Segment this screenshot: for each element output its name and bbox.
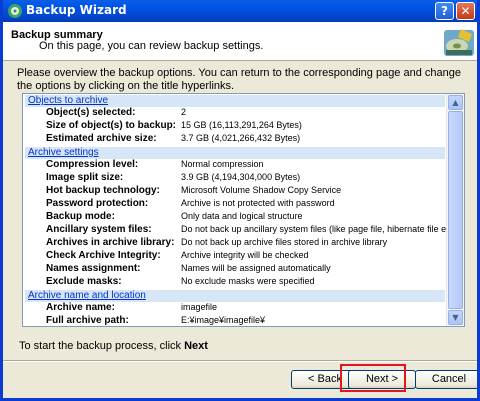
summary-value: Normal compression [181, 159, 264, 169]
section-header: Objects to archive [25, 95, 445, 107]
summary-row: Hot backup technology: Microsoft Volume S… [23, 185, 447, 198]
summary-row: Exclude masks: No exclude masks were spec… [23, 276, 447, 289]
summary-value: E:¥image¥imagefile¥ [181, 315, 266, 325]
section-link[interactable]: Archive name and location [28, 290, 146, 301]
vertical-scrollbar[interactable]: ▲ ▼ [446, 94, 464, 326]
summary-row: Names assignment: Names will be assigned … [23, 263, 447, 276]
footer-next-word: Next [184, 340, 208, 352]
backup-disk-icon [444, 29, 474, 56]
summary-key: Exclude masks: [46, 276, 122, 287]
scroll-up-button[interactable]: ▲ [448, 95, 463, 110]
summary-list-content: Objects to archive Object(s) selected: 2 Si… [23, 94, 459, 326]
summary-value: Only data and logical structure [181, 211, 303, 221]
summary-row: Object(s) selected: 2 [23, 107, 447, 120]
cancel-button[interactable]: Cancel [415, 370, 477, 389]
summary-key: Password protection: [46, 198, 149, 209]
summary-value: Do not back up archive files stored in a… [181, 237, 388, 247]
summary-row: Check Archive Integrity: Archive integrit… [23, 250, 447, 263]
summary-key: Hot backup technology: [46, 185, 160, 196]
summary-row: Password protection: Archive is not prote… [23, 198, 447, 211]
summary-row: Estimated archive size: 3.7 GB (4,021,266… [23, 133, 447, 146]
help-button[interactable]: ? [435, 2, 454, 20]
chevron-down-icon: ▼ [452, 313, 459, 322]
summary-row: Compression level: Normal compression [23, 159, 447, 172]
section-link[interactable]: Objects to archive [28, 95, 108, 106]
page-subtitle: On this page, you can review backup sett… [39, 40, 264, 52]
section-header: Archive name and location [25, 290, 445, 302]
wizard-header: Backup summary On this page, you can rev… [3, 22, 477, 61]
summary-key: Backup mode: [46, 211, 115, 222]
scroll-thumb[interactable] [448, 111, 463, 309]
summary-key: Full archive path: [46, 315, 129, 326]
summary-key: Names assignment: [46, 263, 141, 274]
summary-value: 3.9 GB (4,194,304,000 Bytes) [181, 172, 301, 182]
divider [3, 360, 477, 362]
footer-prefix: To start the backup process, click [19, 340, 182, 352]
scroll-down-button[interactable]: ▼ [448, 310, 463, 325]
section-header: Archive settings [25, 147, 445, 159]
summary-key: Archive name: [46, 302, 115, 313]
title-bar[interactable]: Backup Wizard ? ✕ [3, 0, 477, 22]
summary-row: Backup mode: Only data and logical struct… [23, 211, 447, 224]
summary-value: Names will be assigned automatically [181, 263, 331, 273]
summary-row: Image split size: 3.9 GB (4,194,304,000 B… [23, 172, 447, 185]
summary-row: Archive name: imagefile [23, 302, 447, 315]
summary-list[interactable]: Objects to archive Object(s) selected: 2 Si… [22, 93, 465, 327]
summary-value: imagefile [181, 302, 218, 312]
summary-key: Object(s) selected: [46, 107, 136, 118]
summary-value: 3.7 GB (4,021,266,432 Bytes) [181, 133, 301, 143]
summary-value: Do not back up ancillary system files (l… [181, 224, 459, 234]
summary-value: Archive is not protected with password [181, 198, 335, 208]
summary-key: Image split size: [46, 172, 124, 183]
chevron-up-icon: ▲ [452, 98, 459, 107]
footer-instruction: To start the backup process, click Next [19, 340, 208, 352]
summary-key: Compression level: [46, 159, 139, 170]
next-button-highlight [340, 364, 406, 392]
summary-row: Ancillary system files: Do not back up an… [23, 224, 459, 237]
summary-value: Microsoft Volume Shadow Copy Service [181, 185, 342, 195]
summary-value: 15 GB (16,113,291,264 Bytes) [181, 120, 302, 130]
summary-key: Archives in archive library: [46, 237, 175, 248]
help-icon: ? [441, 4, 448, 18]
summary-key: Size of object(s) to backup: [46, 120, 177, 131]
summary-row: Size of object(s) to backup: 15 GB (16,11… [23, 120, 447, 133]
close-icon: ✕ [460, 4, 471, 18]
backup-wizard-icon [8, 4, 22, 18]
section-link[interactable]: Archive settings [28, 147, 99, 158]
summary-key: Estimated archive size: [46, 133, 157, 144]
backup-wizard-window: Backup Wizard ? ✕ Backup summary On this… [0, 0, 480, 401]
summary-value: 2 [181, 107, 187, 117]
intro-text: Please overview the backup options. You … [17, 67, 461, 92]
summary-value: No exclude masks were specified [181, 276, 315, 286]
summary-row: Archives in archive library: Do not back … [23, 237, 447, 250]
close-button[interactable]: ✕ [456, 2, 475, 20]
window-title: Backup Wizard [26, 3, 127, 17]
summary-row: Full archive path: E:¥image¥imagefile¥ [23, 315, 447, 326]
summary-key: Ancillary system files: [46, 224, 152, 235]
summary-key: Check Archive Integrity: [46, 250, 161, 261]
summary-value: Archive integrity will be checked [181, 250, 309, 260]
